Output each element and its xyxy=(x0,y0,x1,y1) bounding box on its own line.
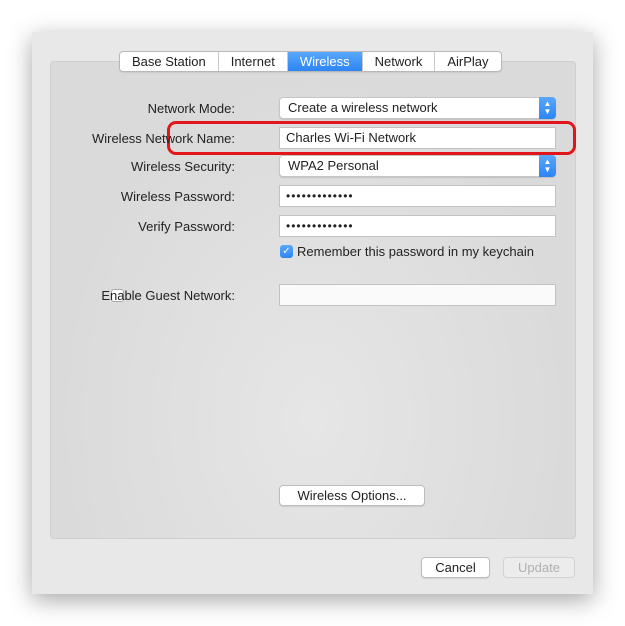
tab-airplay[interactable]: AirPlay xyxy=(435,52,500,71)
tab-bar: Base Station Internet Wireless Network A… xyxy=(119,51,502,72)
verify-password-label: Verify Password: xyxy=(138,219,235,234)
cancel-button[interactable]: Cancel xyxy=(421,557,490,578)
guest-network-input[interactable] xyxy=(279,284,556,306)
guest-network-label: Enable Guest Network: xyxy=(101,288,235,303)
tab-wireless[interactable]: Wireless xyxy=(287,52,363,71)
security-select[interactable]: WPA2 Personal ▲ ▼ xyxy=(279,155,556,177)
update-button[interactable]: Update xyxy=(503,557,575,578)
password-input[interactable]: ••••••••••••• xyxy=(279,185,556,207)
tab-network[interactable]: Network xyxy=(363,52,436,71)
network-name-label: Wireless Network Name: xyxy=(91,131,235,146)
security-label: Wireless Security: xyxy=(130,159,235,174)
up-down-chevron-icon: ▲ ▼ xyxy=(539,155,556,177)
remember-label: Remember this password in my keychain xyxy=(297,244,534,259)
airport-settings-window: Network Mode: Create a wireless network ▲… xyxy=(32,32,593,594)
security-value: WPA2 Personal xyxy=(288,158,379,173)
remember-checkbox[interactable]: ✓ xyxy=(280,245,293,258)
network-mode-value: Create a wireless network xyxy=(288,100,438,115)
tab-internet[interactable]: Internet xyxy=(219,52,288,71)
network-mode-select[interactable]: Create a wireless network ▲ ▼ xyxy=(279,97,556,119)
verify-password-input[interactable]: ••••••••••••• xyxy=(279,215,556,237)
network-name-input[interactable]: Charles Wi-Fi Network xyxy=(279,127,556,149)
password-label: Wireless Password: xyxy=(120,189,235,204)
network-mode-label: Network Mode: xyxy=(147,101,235,116)
tab-base-station[interactable]: Base Station xyxy=(120,52,219,71)
content-panel: Network Mode: Create a wireless network ▲… xyxy=(50,61,576,539)
wireless-options-button[interactable]: Wireless Options... xyxy=(279,485,425,506)
checkmark-icon: ✓ xyxy=(282,246,291,257)
up-down-chevron-icon: ▲ ▼ xyxy=(539,97,556,119)
